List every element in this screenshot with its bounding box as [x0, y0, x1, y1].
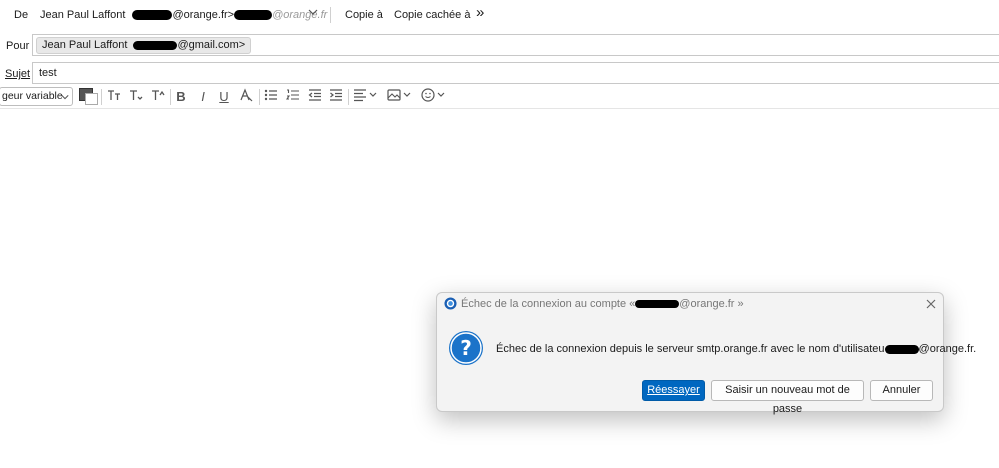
- font-smaller-icon[interactable]: [106, 88, 122, 106]
- close-icon[interactable]: [926, 299, 936, 309]
- message-body[interactable]: [0, 109, 999, 468]
- retry-button-label: Réessayer: [647, 384, 700, 396]
- toolbar-divider: [170, 89, 171, 105]
- dialog-title-suffix: @orange.fr »: [679, 298, 744, 310]
- from-domain: @orange.fr>: [172, 9, 235, 21]
- dialog-message: Échec de la connexion depuis le serveur …: [496, 343, 976, 355]
- dialog-message-prefix: Échec de la connexion depuis le serveur …: [496, 343, 885, 355]
- cancel-button-label: Annuler: [882, 384, 921, 396]
- from-divider: [330, 7, 331, 23]
- bullet-list-icon[interactable]: [263, 88, 279, 106]
- numbered-list-icon[interactable]: [285, 88, 301, 106]
- insert-image-icon[interactable]: [386, 88, 414, 106]
- font-larger-icon[interactable]: [150, 88, 166, 106]
- cancel-button[interactable]: Annuler: [870, 380, 933, 401]
- font-select[interactable]: geur variable: [0, 87, 73, 106]
- redacted-alias: [234, 10, 273, 21]
- svg-text:?: ?: [460, 336, 472, 360]
- dialog-message-suffix: @orange.fr.: [918, 343, 977, 355]
- from-label: De: [14, 9, 29, 21]
- font-select-value: geur variable: [2, 90, 63, 102]
- underline-icon[interactable]: U: [216, 88, 232, 106]
- recipient-pill[interactable]: Jean Paul Laffont @gmail.com>: [36, 37, 252, 54]
- dialog-title: Échec de la connexion au compte « @orange…: [461, 298, 744, 310]
- redacted-username: [884, 344, 919, 354]
- from-alias-domain: @orange.fr: [272, 9, 328, 21]
- recipient-domain: @gmail.com>: [177, 39, 246, 51]
- text-color-icon[interactable]: [79, 88, 98, 105]
- from-name: Jean Paul Laffont: [40, 9, 126, 21]
- new-password-button[interactable]: Saisir un nouveau mot de passe: [711, 380, 864, 415]
- italic-icon[interactable]: I: [195, 88, 211, 106]
- font-smaller2-icon[interactable]: [128, 88, 144, 106]
- subject-field[interactable]: test: [32, 62, 999, 84]
- more-fields-button[interactable]: »: [476, 4, 484, 21]
- new-password-button-label: Saisir un nouveau mot de passe: [725, 384, 850, 415]
- toolbar-divider: [101, 89, 102, 105]
- from-identity[interactable]: Jean Paul Laffont @orange.fr> @orange.fr: [40, 9, 327, 21]
- from-row: De Jean Paul Laffont @orange.fr> @orange.…: [0, 0, 999, 30]
- bold-icon[interactable]: B: [173, 88, 189, 106]
- clear-format-icon[interactable]: [238, 88, 254, 106]
- copy-to-button[interactable]: Copie à: [345, 9, 383, 21]
- dialog-title-prefix: Échec de la connexion au compte «: [461, 298, 636, 310]
- redacted-account: [635, 300, 680, 309]
- redacted-username: [132, 10, 173, 21]
- question-icon: ?: [449, 331, 483, 365]
- dialog-titlebar: Échec de la connexion au compte « @orange…: [437, 293, 943, 315]
- recipient-name: Jean Paul Laffont: [42, 39, 128, 51]
- indent-icon[interactable]: [328, 88, 344, 106]
- emoji-icon[interactable]: [420, 88, 448, 106]
- connection-error-dialog: Échec de la connexion au compte « @orange…: [436, 292, 976, 415]
- retry-button[interactable]: Réessayer: [642, 380, 705, 401]
- toolbar-divider: [259, 89, 260, 105]
- bcc-button[interactable]: Copie cachée à: [394, 9, 470, 21]
- to-label: Pour: [6, 40, 30, 52]
- align-icon[interactable]: [352, 88, 380, 106]
- subject-value: test: [39, 67, 57, 79]
- thunderbird-icon: [444, 297, 457, 310]
- redacted-recipient: [133, 40, 178, 50]
- outdent-icon[interactable]: [307, 88, 323, 106]
- chevron-down-icon[interactable]: [308, 7, 318, 20]
- chevron-down-icon: [61, 95, 69, 100]
- toolbar-divider: [348, 89, 349, 105]
- subject-label: Sujet: [5, 68, 31, 80]
